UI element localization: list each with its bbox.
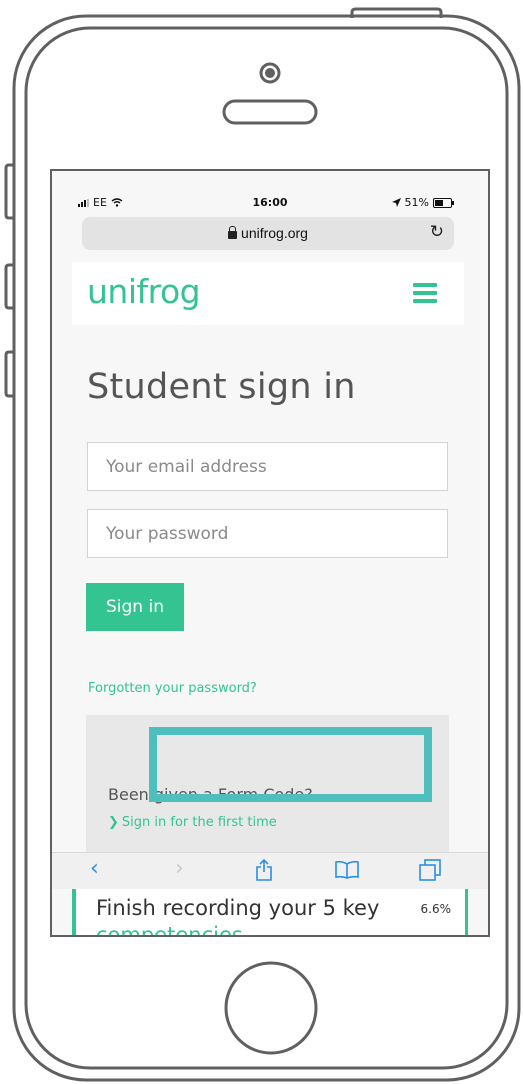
battery-icon [433,197,454,208]
reload-icon[interactable]: ↻ [430,222,444,242]
safari-toolbar: ‹ › [52,852,488,889]
url-text: unifrog.org [241,225,308,241]
email-field[interactable] [87,442,448,491]
battery-percent: 51% [404,196,429,209]
status-bar: EE 16:00 51% [52,193,488,211]
sign-in-button[interactable]: Sign in [86,583,184,631]
chevron-right-icon: ❯ [108,815,119,830]
password-field[interactable] [87,509,448,558]
first-time-sign-in-label: Sign in for the first time [121,815,277,830]
site-header: unifrog [72,262,464,325]
forgot-password-link[interactable]: Forgotten your password? [88,681,257,696]
page-title: Student sign in [87,367,356,407]
bookmarks-icon[interactable] [335,861,359,879]
hamburger-menu-icon[interactable] [413,283,437,303]
address-bar[interactable]: unifrog.org ↻ [82,217,454,250]
unifrog-logo[interactable]: unifrog [87,272,201,311]
lock-icon [228,226,238,239]
first-time-sign-in-link[interactable]: ❯ Sign in for the first time [108,815,277,830]
task-text: Finish recording your 5 key [96,896,380,920]
share-icon[interactable] [255,859,273,881]
forward-icon: › [175,856,184,881]
tabs-icon[interactable] [419,859,441,881]
highlight-box [149,727,432,802]
back-icon[interactable]: ‹ [90,856,99,882]
phone-screen: EE 16:00 51% unifrog.org ↻ unifrog Stude… [52,171,488,935]
task-text-continued: competencies [96,923,243,935]
location-arrow-icon [391,198,401,207]
task-percent: 6.6% [420,902,452,916]
